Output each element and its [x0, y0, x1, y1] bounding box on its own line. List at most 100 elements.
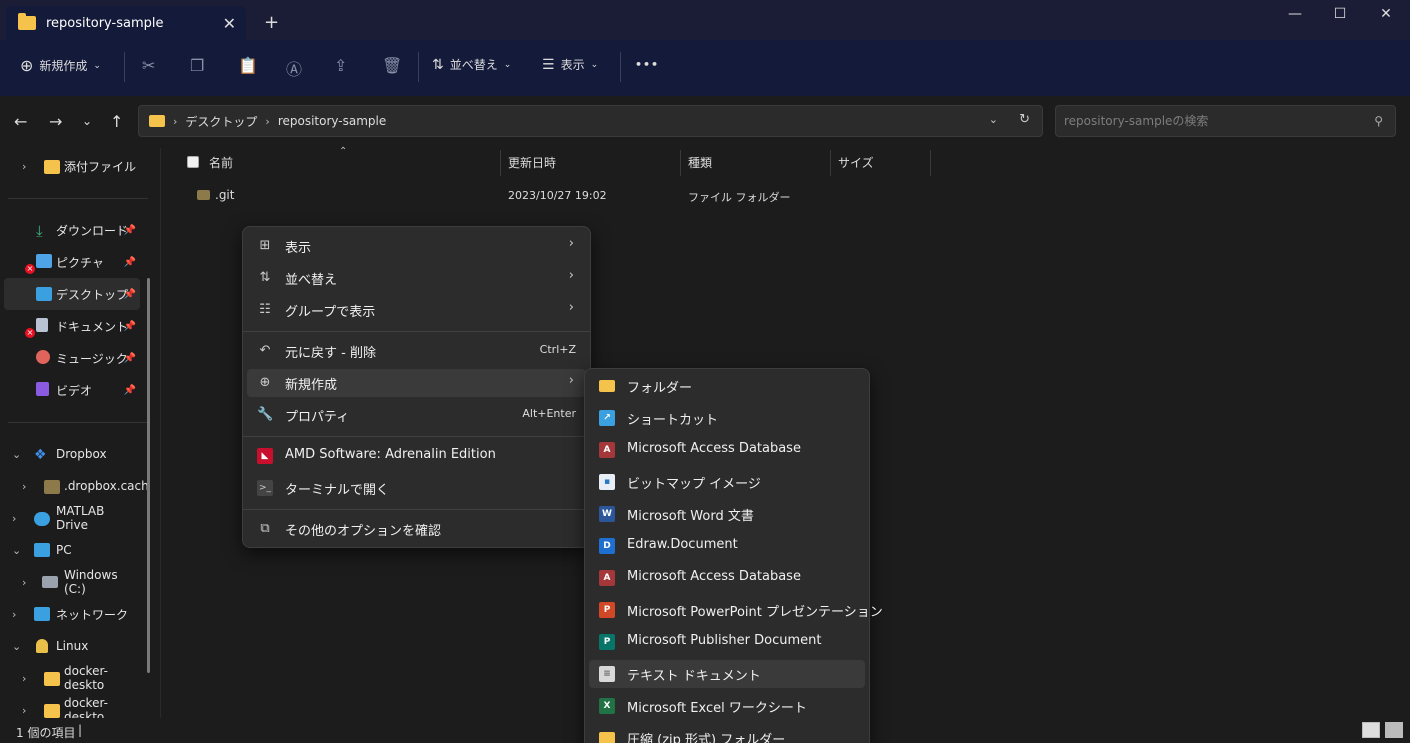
copy-icon[interactable]: ❐ — [190, 56, 204, 75]
refresh-icon[interactable]: ↻ — [1019, 112, 1030, 127]
view-list-icon: ☰ — [542, 56, 555, 73]
sidebar-item-music[interactable]: ミュージック 📌 — [0, 342, 140, 374]
submenu-item-word[interactable]: W Microsoft Word 文書 — [589, 500, 865, 528]
rename-icon[interactable]: Ⓐ — [286, 56, 302, 80]
sidebar-item-downloads[interactable]: ⤓ ダウンロード 📌 — [0, 214, 140, 246]
column-header-modified[interactable]: 更新日時 — [508, 154, 556, 171]
new-button[interactable]: ⊕ 新規作成 ⌄ — [20, 56, 101, 75]
paste-icon[interactable]: 📋 — [238, 56, 258, 75]
close-tab-icon[interactable]: ✕ — [223, 14, 236, 33]
breadcrumb-desktop[interactable]: デスクトップ — [185, 113, 257, 130]
cut-icon[interactable]: ✂ — [142, 56, 155, 75]
sidebar-item-dropbox[interactable]: ⌄ ❖ Dropbox — [0, 438, 140, 470]
sidebar-item-docker-desktop-1[interactable]: › docker-deskto — [0, 662, 140, 694]
search-icon[interactable]: ⚲ — [1374, 114, 1383, 128]
submenu-item-excel[interactable]: X Microsoft Excel ワークシート — [589, 692, 865, 720]
pin-icon[interactable]: 📌 — [124, 289, 136, 300]
new-tab-button[interactable]: + — [264, 12, 279, 33]
submenu-item-access-database-2[interactable]: A Microsoft Access Database — [589, 564, 865, 592]
menu-item-properties[interactable]: 🔧 プロパティ Alt+Enter — [247, 401, 586, 429]
sidebar-item-pictures[interactable]: × ピクチャ 📌 — [0, 246, 140, 278]
minimize-button[interactable]: — — [1275, 6, 1315, 26]
pictures-icon — [36, 254, 52, 268]
submenu-item-text-document[interactable]: ≡ テキスト ドキュメント — [589, 660, 865, 688]
pin-icon[interactable]: 📌 — [124, 257, 136, 268]
expand-chevron-icon[interactable]: › — [12, 512, 16, 525]
menu-item-amd-software[interactable]: ◣ AMD Software: Adrenalin Edition — [247, 442, 586, 470]
pin-icon[interactable]: 📌 — [124, 225, 136, 236]
menu-item-undo-delete[interactable]: ↶ 元に戻す - 削除 Ctrl+Z — [247, 337, 586, 365]
menu-item-open-terminal[interactable]: >_ ターミナルで開く — [247, 474, 586, 502]
sidebar-item-dropbox-cache[interactable]: › .dropbox.cach — [0, 470, 149, 502]
pin-icon[interactable]: 📌 — [124, 321, 136, 332]
tab-repository-sample[interactable]: repository-sample ✕ — [6, 6, 246, 40]
collapse-chevron-icon[interactable]: ⌄ — [12, 448, 21, 461]
navigation-pane: › 添付ファイル ⤓ ダウンロード 📌 × ピクチャ 📌 デスクトップ 📌 × … — [0, 148, 152, 724]
folder-icon — [599, 380, 615, 392]
submenu-item-zip-folder[interactable]: 圧縮 (zip 形式) フォルダー — [589, 724, 865, 743]
submenu-item-shortcut[interactable]: ↗ ショートカット — [589, 404, 865, 432]
music-icon — [36, 350, 50, 364]
submenu-item-publisher[interactable]: P Microsoft Publisher Document — [589, 628, 865, 656]
expand-chevron-icon[interactable]: › — [22, 704, 26, 717]
menu-item-new[interactable]: ⊕ 新規作成 › — [247, 369, 586, 397]
menu-item-view[interactable]: ⊞ 表示 › — [247, 232, 586, 260]
expand-chevron-icon[interactable]: › — [12, 608, 16, 621]
sort-button[interactable]: ⇅ 並べ替え ⌄ — [432, 56, 511, 73]
plus-circle-icon: ⊕ — [20, 56, 34, 75]
up-arrow-icon[interactable]: ↑ — [110, 112, 123, 131]
sidebar-item-windows-c[interactable]: › Windows (C:) — [0, 566, 140, 598]
sidebar-item-matlab-drive[interactable]: › MATLAB Drive — [0, 502, 140, 534]
pin-icon[interactable]: 📌 — [124, 353, 136, 364]
sidebar-item-pc[interactable]: ⌄ PC — [0, 534, 140, 566]
submenu-item-access-database-1[interactable]: A Microsoft Access Database — [589, 436, 865, 464]
recent-chevron-icon[interactable]: ⌄ — [82, 114, 92, 128]
expand-chevron-icon[interactable]: › — [22, 160, 26, 173]
menu-item-group-by[interactable]: ☷ グループで表示 › — [247, 296, 586, 324]
column-header-size[interactable]: サイズ — [838, 154, 874, 171]
details-view-button[interactable] — [1362, 722, 1380, 738]
breadcrumb-chevron-icon[interactable]: › — [265, 115, 269, 128]
menu-item-sort[interactable]: ⇅ 並べ替え › — [247, 264, 586, 292]
submenu-item-folder[interactable]: フォルダー — [589, 372, 865, 400]
sidebar-scrollbar[interactable] — [147, 278, 150, 673]
expand-chevron-icon[interactable]: › — [22, 672, 26, 685]
submenu-item-bitmap[interactable]: ▪ ビットマップ イメージ — [589, 468, 865, 496]
view-button[interactable]: ☰ 表示 ⌄ — [542, 56, 598, 73]
search-box[interactable]: ⚲ — [1055, 105, 1396, 137]
large-icons-view-button[interactable] — [1385, 722, 1403, 738]
forward-arrow-icon[interactable]: → — [49, 112, 62, 131]
maximize-button[interactable]: ☐ — [1320, 6, 1360, 26]
breadcrumb-chevron-icon[interactable]: › — [173, 115, 177, 128]
share-icon[interactable]: ⇪ — [334, 56, 347, 75]
delete-icon[interactable]: 🗑 — [382, 56, 402, 75]
expand-chevron-icon[interactable]: › — [22, 576, 26, 589]
folder-icon — [44, 160, 60, 174]
sidebar-item-attachments[interactable]: › 添付ファイル — [0, 150, 140, 182]
address-dropdown-icon[interactable]: ⌄ — [989, 113, 998, 126]
sidebar-item-linux[interactable]: ⌄ Linux — [0, 630, 140, 662]
shortcut-text: Ctrl+Z — [539, 343, 576, 356]
collapse-chevron-icon[interactable]: ⌄ — [12, 544, 21, 557]
more-options-button[interactable]: ••• — [635, 58, 659, 71]
submenu-item-powerpoint[interactable]: P Microsoft PowerPoint プレゼンテーション — [589, 596, 883, 624]
collapse-chevron-icon[interactable]: ⌄ — [12, 640, 21, 653]
sidebar-item-documents[interactable]: × ドキュメント 📌 — [0, 310, 140, 342]
submenu-item-edraw[interactable]: D Edraw.Document — [589, 532, 865, 560]
sidebar-item-desktop[interactable]: デスクトップ 📌 — [4, 278, 140, 310]
menu-item-more-options[interactable]: ⧉ その他のオプションを確認 — [247, 515, 586, 543]
select-all-checkbox[interactable] — [187, 156, 199, 168]
search-input[interactable] — [1064, 114, 1364, 128]
word-icon: W — [599, 506, 615, 522]
address-bar[interactable]: › デスクトップ › repository-sample ⌄ ↻ — [138, 105, 1043, 137]
pin-icon[interactable]: 📌 — [124, 385, 136, 396]
column-header-type[interactable]: 種類 — [688, 154, 712, 171]
sidebar-item-videos[interactable]: ビデオ 📌 — [0, 374, 140, 406]
sidebar-item-network[interactable]: › ネットワーク — [0, 598, 140, 630]
download-icon: ⤓ — [36, 222, 43, 240]
back-arrow-icon[interactable]: ← — [14, 112, 27, 131]
close-window-button[interactable]: ✕ — [1366, 6, 1406, 26]
column-header-name[interactable]: 名前 — [209, 154, 233, 171]
expand-chevron-icon[interactable]: › — [22, 480, 26, 493]
breadcrumb-repository[interactable]: repository-sample — [278, 114, 386, 128]
